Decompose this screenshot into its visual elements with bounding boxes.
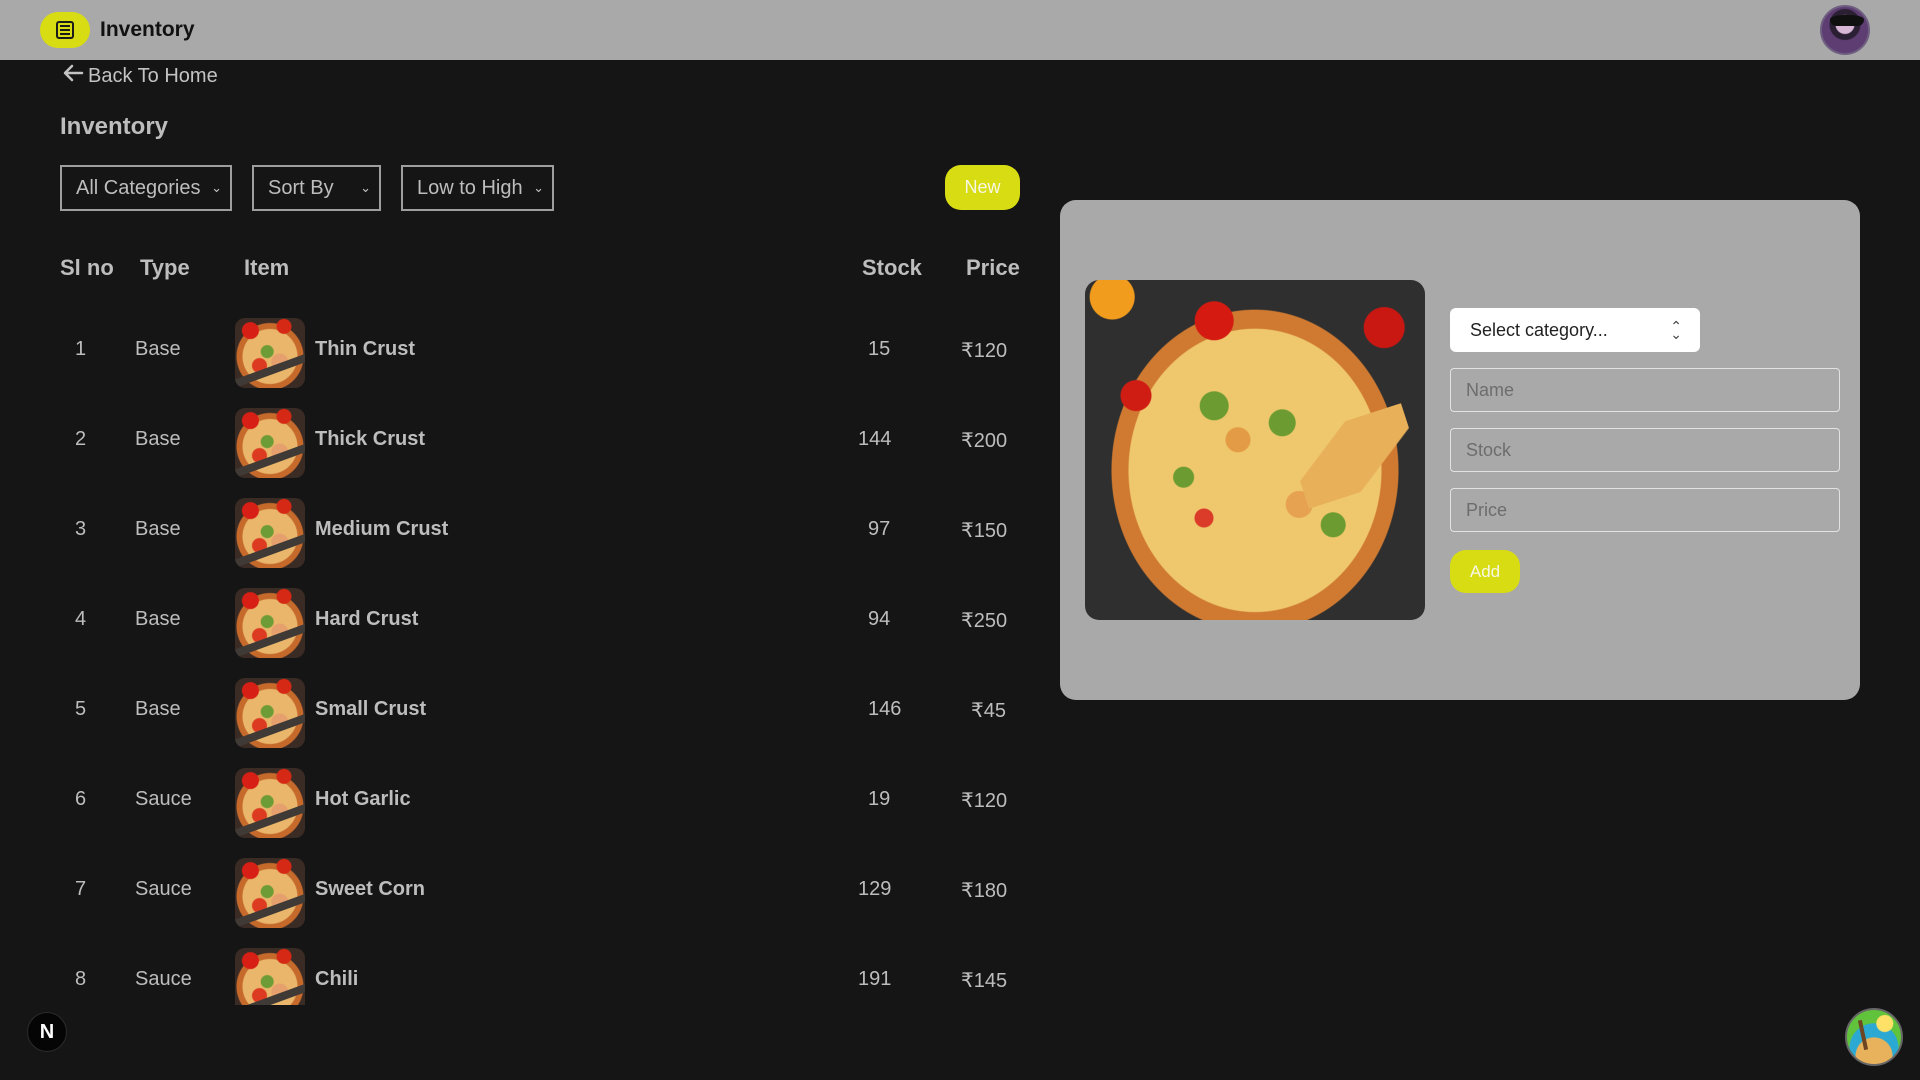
new-item-panel: Select category... ⌃⌄ Add: [1060, 200, 1860, 700]
row-sl-no: 2: [75, 428, 87, 450]
beach-palm-icon[interactable]: [1845, 1008, 1903, 1066]
item-thumbnail: [235, 858, 305, 928]
row-type: Base: [135, 428, 181, 450]
warehouse-icon[interactable]: [40, 12, 90, 48]
row-stock: 15: [868, 338, 891, 360]
item-thumbnail: [235, 408, 305, 478]
row-price: ₹45: [971, 700, 1006, 722]
table-row[interactable]: 6 Sauce Hot Garlic 19 ₹120: [0, 755, 1040, 845]
row-type: Sauce: [135, 968, 192, 990]
column-type: Type: [140, 255, 190, 280]
row-item-name: Hard Crust: [315, 608, 419, 630]
item-thumbnail: [235, 678, 305, 748]
column-stock: Stock: [862, 255, 922, 280]
row-item-name: Chili: [315, 968, 359, 990]
item-thumbnail: [235, 318, 305, 388]
row-sl-no: 7: [75, 878, 87, 900]
user-avatar[interactable]: [1820, 5, 1870, 55]
item-thumbnail: [235, 498, 305, 568]
row-price: ₹180: [961, 880, 1008, 902]
table-row[interactable]: 7 Sauce Sweet Corn 129 ₹180: [0, 845, 1040, 935]
row-stock: 146: [868, 698, 902, 720]
column-item: Item: [244, 255, 290, 280]
row-item-name: Small Crust: [315, 698, 427, 720]
row-item-name: Thick Crust: [315, 428, 426, 450]
row-item-name: Hot Garlic: [315, 788, 411, 810]
category-filter-select[interactable]: All Categories ⌄: [60, 165, 232, 211]
row-type: Sauce: [135, 878, 192, 900]
category-filter-value: All Categories: [76, 176, 201, 199]
table-row[interactable]: 4 Base Hard Crust 94 ₹250: [0, 575, 1040, 665]
row-price: ₹120: [961, 340, 1008, 362]
back-to-home-link[interactable]: Back To Home: [62, 63, 218, 89]
sort-order-select[interactable]: Low to High ⌄: [401, 165, 554, 211]
row-type: Base: [135, 518, 181, 540]
row-stock: 129: [858, 878, 892, 900]
top-app-bar: Inventory: [0, 0, 1920, 60]
table-row[interactable]: 8 Sauce Chili 191 ₹145: [0, 935, 1040, 1005]
row-sl-no: 3: [75, 518, 87, 540]
chevron-down-icon: ⌄: [211, 180, 222, 195]
page-title: Inventory: [60, 113, 169, 140]
row-price: ₹150: [961, 520, 1008, 542]
sort-order-value: Low to High: [417, 176, 523, 199]
sort-by-value: Sort By: [268, 176, 334, 199]
table-row[interactable]: 2 Base Thick Crust 144 ₹200: [0, 395, 1040, 485]
row-price: ₹250: [961, 610, 1008, 632]
row-price: ₹120: [961, 790, 1008, 812]
stock-input[interactable]: [1450, 428, 1840, 472]
back-to-home-label: Back To Home: [88, 64, 218, 87]
row-sl-no: 6: [75, 788, 87, 810]
row-item-name: Thin Crust: [315, 338, 415, 360]
category-select-value: Select category...: [1470, 319, 1608, 340]
add-item-button[interactable]: Add: [1450, 550, 1520, 593]
row-item-name: Medium Crust: [315, 518, 449, 540]
row-stock: 191: [858, 968, 892, 990]
item-thumbnail: [235, 588, 305, 658]
row-stock: 97: [868, 518, 891, 540]
item-thumbnail: [235, 948, 305, 1005]
row-item-name: Sweet Corn: [315, 878, 426, 900]
sort-by-select[interactable]: Sort By ⌄: [252, 165, 381, 211]
new-item-button[interactable]: New: [945, 165, 1020, 210]
chevron-down-icon: ⌄: [533, 180, 544, 195]
table-row[interactable]: 5 Base Small Crust 146 ₹45: [0, 665, 1040, 755]
pizza-preview-image: [1085, 280, 1425, 620]
table-row[interactable]: 3 Base Medium Crust 97 ₹150: [0, 485, 1040, 575]
row-type: Sauce: [135, 788, 192, 810]
app-title: Inventory: [100, 18, 195, 41]
price-input[interactable]: [1450, 488, 1840, 532]
table-row[interactable]: 1 Base Thin Crust 15 ₹120: [0, 305, 1040, 395]
column-sl-no: Sl no: [60, 255, 114, 280]
row-sl-no: 4: [75, 608, 87, 630]
name-input[interactable]: [1450, 368, 1840, 412]
row-sl-no: 8: [75, 968, 87, 990]
row-type: Base: [135, 698, 181, 720]
row-sl-no: 5: [75, 698, 87, 720]
next-js-badge[interactable]: N: [27, 1012, 67, 1052]
row-type: Base: [135, 338, 181, 360]
row-stock: 94: [868, 608, 891, 630]
category-select[interactable]: Select category... ⌃ ⌄: [1450, 308, 1700, 352]
row-type: Base: [135, 608, 181, 630]
item-thumbnail: [235, 768, 305, 838]
row-stock: 19: [868, 788, 891, 810]
row-sl-no: 1: [75, 338, 87, 360]
row-price: ₹200: [961, 430, 1008, 452]
arrow-left-icon: [62, 63, 84, 89]
column-price: Price: [966, 255, 1020, 280]
row-price: ₹145: [961, 970, 1008, 992]
updown-chevron-icon: ⌃ ⌄: [1670, 318, 1682, 342]
chevron-down-icon: ⌄: [360, 180, 371, 195]
row-stock: 144: [858, 428, 892, 450]
